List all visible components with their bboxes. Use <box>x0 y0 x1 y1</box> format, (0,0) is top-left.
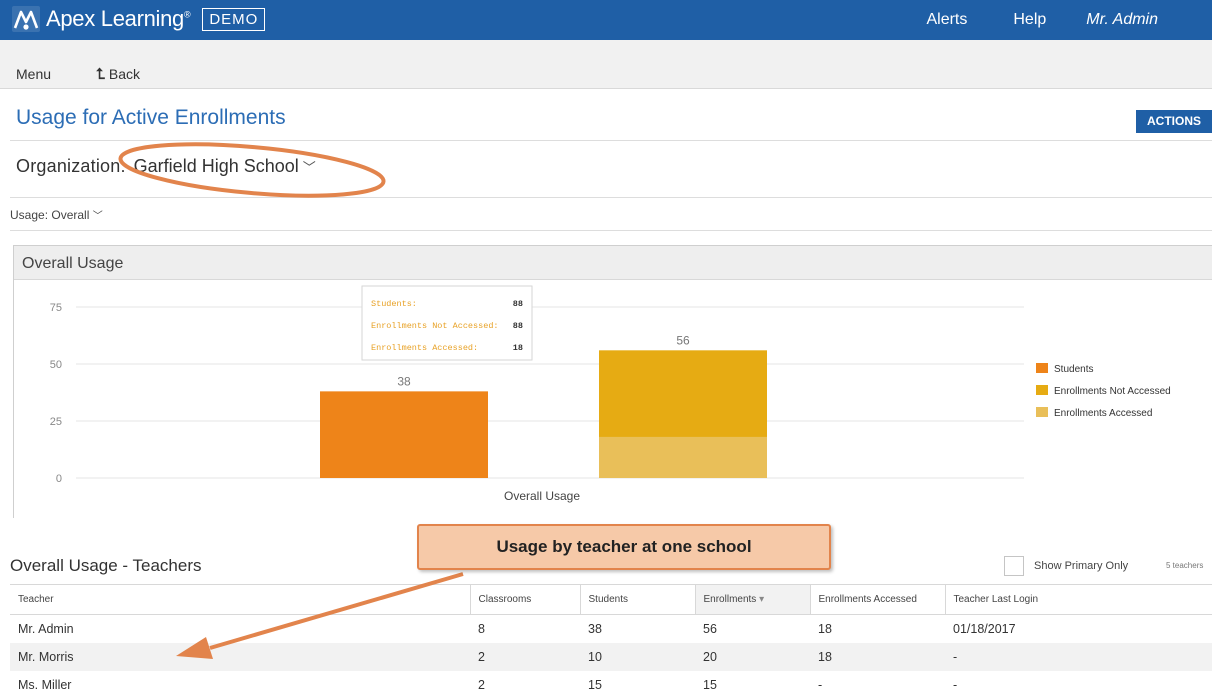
annotation-callout: Usage by teacher at one school <box>417 524 831 570</box>
divider <box>10 230 1212 231</box>
organization-value: Garfield High School <box>133 156 299 176</box>
demo-badge: DEMO <box>202 7 266 31</box>
tooltip-label: Enrollments Accessed: <box>371 343 478 353</box>
cell-enrollments-accessed: 18 <box>818 622 832 636</box>
organization-selector[interactable]: Organization: Garfield High School ﹀ <box>16 156 316 177</box>
cell-enrollments: 20 <box>695 643 810 671</box>
col-header-enrollments-accessed[interactable]: Enrollments Accessed <box>810 584 946 615</box>
col-header-enrollments[interactable]: Enrollments ▾ <box>695 584 811 615</box>
col-header-classrooms[interactable]: Classrooms <box>470 584 581 615</box>
bar-data-label: 38 <box>397 374 411 388</box>
legend-swatch <box>1036 407 1048 417</box>
overall-usage-panel: Overall Usage 0 25 50 75 38 56 Overall Usage St… <box>13 245 1212 518</box>
chevron-down-icon: ﹀ <box>302 160 316 175</box>
tooltip-value: 88 <box>513 321 523 331</box>
cell-students: 10 <box>580 643 695 671</box>
col-header-enrollments-label: Enrollments <box>703 594 757 605</box>
y-tick-label: 75 <box>50 302 62 314</box>
cell-enrollments: 56 <box>703 622 717 636</box>
show-primary-checkbox[interactable] <box>1004 556 1024 576</box>
top-nav: Alerts Help Mr. Admin <box>926 0 1212 40</box>
cell-teacher[interactable]: Mr. Admin <box>10 615 470 644</box>
usage-selector[interactable]: Usage: Overall ﹀ <box>10 207 103 222</box>
legend-label: Enrollments Not Accessed <box>1054 386 1171 397</box>
cell-classrooms: 8 <box>478 622 485 636</box>
usage-label: Usage: Overall <box>10 208 90 222</box>
col-header-teacher[interactable]: Teacher <box>10 584 471 615</box>
apex-logo[interactable]: Apex Learning® DEMO <box>12 6 266 32</box>
y-tick-label: 0 <box>56 473 62 485</box>
legend-label: Students <box>1054 364 1093 375</box>
bar-data-label: 56 <box>676 333 690 347</box>
x-axis-label: Overall Usage <box>504 489 580 503</box>
teacher-count: 5 teachers <box>1166 561 1204 570</box>
top-bar: Apex Learning® DEMO Alerts Help Mr. Admi… <box>0 0 1212 40</box>
legend-swatch <box>1036 385 1048 395</box>
menu-button[interactable]: Menu <box>16 66 51 82</box>
table-header-row: Teacher Classrooms Students Enrollments … <box>10 584 1212 615</box>
tooltip-label: Students: <box>371 299 417 309</box>
back-button[interactable]: ⮤ Back <box>96 66 140 83</box>
back-arrow-icon: ⮤ <box>96 66 105 83</box>
apex-logo-icon <box>12 6 40 32</box>
organization-label: Organization: <box>16 156 126 176</box>
col-header-last-login[interactable]: Teacher Last Login <box>945 584 1212 615</box>
sort-down-icon: ▾ <box>759 594 765 605</box>
cell-teacher[interactable]: Ms. Miller <box>10 671 470 699</box>
bar-enrollments-accessed <box>599 436 767 478</box>
divider <box>10 197 1212 198</box>
sub-nav-bar: Menu ⮤ Back <box>0 40 1212 89</box>
cell-students: 38 <box>588 622 602 636</box>
table-row[interactable]: Mr. Admin 8 38 56 18 01/18/2017 <box>10 615 1212 644</box>
divider <box>10 140 1212 141</box>
alerts-link[interactable]: Alerts <box>926 11 967 29</box>
user-menu[interactable]: Mr. Admin <box>1086 11 1158 29</box>
tooltip-value: 18 <box>513 343 523 353</box>
brand-name: Apex Learning® <box>46 6 191 31</box>
actions-button[interactable]: ACTIONS <box>1136 110 1212 133</box>
cell-classrooms: 2 <box>470 643 580 671</box>
cell-enrollments: 15 <box>703 678 717 692</box>
cell-classrooms: 2 <box>478 678 485 692</box>
cell-teacher[interactable]: Mr. Morris <box>10 643 470 671</box>
tooltip-label: Enrollments Not Accessed: <box>371 321 499 331</box>
col-header-students[interactable]: Students <box>580 584 696 615</box>
cell-last-login: 01/18/2017 <box>953 622 1016 636</box>
show-primary-toggle[interactable]: Show Primary Only <box>1004 556 1128 576</box>
y-tick-label: 50 <box>50 359 62 371</box>
cell-last-login: - <box>953 678 958 692</box>
cell-last-login: - <box>945 643 1212 671</box>
tooltip-value: 88 <box>513 299 523 309</box>
cell-students: 15 <box>588 678 602 692</box>
cell-enrollments-accessed: - <box>818 678 823 692</box>
legend-swatch <box>1036 363 1048 373</box>
back-label: Back <box>108 66 140 82</box>
bar-enrollments-not-accessed <box>599 350 767 437</box>
show-primary-label: Show Primary Only <box>1034 560 1129 572</box>
chart-panel-title: Overall Usage <box>22 255 124 272</box>
bar-students <box>320 391 488 478</box>
teachers-table: Teacher Classrooms Students Enrollments … <box>10 584 1212 699</box>
help-link[interactable]: Help <box>1013 11 1046 29</box>
legend-label: Enrollments Accessed <box>1054 408 1152 419</box>
teachers-section-title: Overall Usage - Teachers <box>10 556 202 575</box>
chevron-down-icon: ﹀ <box>92 211 103 222</box>
page-title: Usage for Active Enrollments <box>16 106 286 129</box>
chart-panel-header: Overall Usage <box>14 246 1212 280</box>
cell-enrollments-accessed: 18 <box>810 643 945 671</box>
table-row[interactable]: Mr. Morris 2 10 20 18 - <box>10 643 1212 671</box>
y-tick-label: 25 <box>50 416 62 428</box>
table-row[interactable]: Ms. Miller 2 15 15 - - <box>10 671 1212 699</box>
overall-usage-chart: 0 25 50 75 38 56 Overall Usage Students Enrollme… <box>50 285 1171 503</box>
